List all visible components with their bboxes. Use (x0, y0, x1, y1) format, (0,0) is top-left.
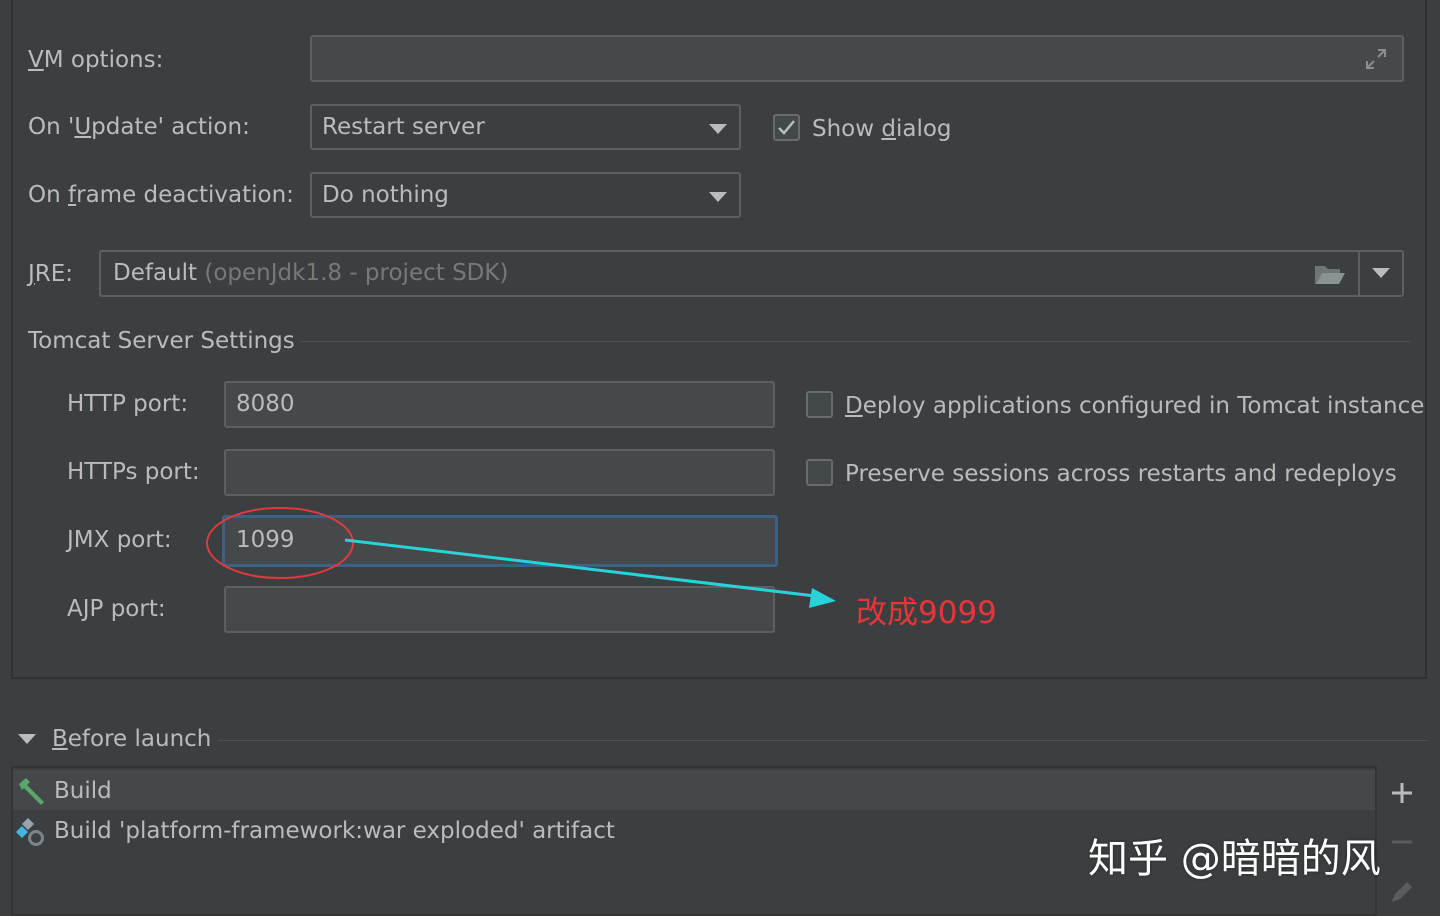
update-action-select[interactable]: Restart server (310, 104, 741, 150)
hammer-icon (16, 776, 46, 806)
frame-deactivation-select[interactable]: Do nothing (310, 172, 741, 218)
before-launch-title[interactable]: Before launch (52, 724, 211, 754)
show-dialog-checkbox[interactable] (773, 114, 800, 141)
separator (218, 740, 1428, 741)
remove-icon[interactable] (1390, 830, 1414, 854)
http-port-label: HTTP port: (67, 389, 188, 419)
jre-value: Default (113, 260, 197, 286)
show-dialog-label: Show dialog (812, 114, 952, 144)
jre-label: JRE: (28, 259, 73, 289)
http-port-input[interactable]: 8080 (224, 381, 775, 428)
jre-combo[interactable]: Default (openJdk1.8 - project SDK) (99, 250, 1404, 297)
chevron-down-icon (1372, 268, 1390, 278)
update-action-value: Restart server (322, 114, 485, 140)
jmx-port-label: JMX port: (67, 525, 172, 555)
jmx-port-input[interactable]: 1099 (222, 515, 778, 567)
ajp-port-input[interactable] (224, 586, 775, 633)
frame-deactivation-value: Do nothing (322, 182, 449, 208)
list-item-label: Build 'platform-framework:war exploded' … (54, 816, 615, 846)
watermark: 知乎 @暗暗的风 (1088, 826, 1381, 884)
update-action-label: On 'Update' action: (28, 112, 250, 142)
preserve-sessions-label: Preserve sessions across restarts and re… (845, 459, 1397, 489)
https-port-label: HTTPs port: (67, 457, 200, 487)
vm-options-label: VM options: (28, 45, 163, 75)
jmx-port-value: 1099 (236, 527, 295, 553)
list-item-label: Build (54, 776, 112, 806)
deploy-apps-label: Deploy applications configured in Tomcat… (845, 391, 1424, 421)
jre-dropdown-button[interactable] (1358, 252, 1402, 295)
list-item[interactable]: Build (13, 770, 1375, 810)
add-icon[interactable] (1390, 781, 1414, 805)
jre-hint: (openJdk1.8 - project SDK) (204, 260, 508, 286)
artifact-icon (16, 816, 48, 848)
chevron-down-icon (709, 124, 727, 134)
separator (300, 341, 1410, 342)
folder-icon[interactable] (1314, 262, 1346, 286)
expand-icon[interactable] (1364, 47, 1388, 71)
preserve-sessions-checkbox[interactable] (806, 459, 833, 486)
frame-deactivation-label: On frame deactivation: (28, 180, 294, 210)
edit-icon[interactable] (1388, 878, 1416, 906)
chevron-down-icon (709, 192, 727, 202)
ajp-port-label: AJP port: (67, 594, 166, 624)
vm-options-input[interactable] (310, 35, 1404, 82)
annotation-text: 改成9099 (856, 587, 997, 632)
checkmark-icon (775, 116, 798, 139)
collapse-triangle-icon[interactable] (18, 734, 36, 744)
deploy-apps-checkbox[interactable] (806, 391, 833, 418)
tomcat-settings-title: Tomcat Server Settings (28, 326, 295, 356)
https-port-input[interactable] (224, 449, 775, 496)
http-port-value: 8080 (236, 391, 295, 417)
